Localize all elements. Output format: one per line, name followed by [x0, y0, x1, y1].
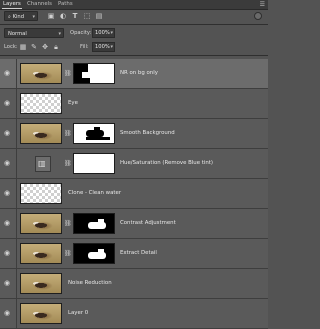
hue-saturation-icon: ▥: [38, 159, 46, 168]
type-filter-icon[interactable]: T: [70, 11, 80, 21]
layer-row[interactable]: ◉ ⛓ Smooth Background: [0, 119, 268, 149]
lock-paint-icon[interactable]: ✎: [29, 42, 39, 52]
layer-row[interactable]: ◉ ⛓ NR on bg only: [0, 59, 268, 89]
visibility-toggle[interactable]: ◉: [0, 149, 17, 178]
lock-position-icon[interactable]: ✥: [40, 42, 50, 52]
eye-icon: ◉: [4, 279, 11, 287]
mask-link-icon[interactable]: ⛓: [64, 220, 72, 228]
layer-name: Smooth Background: [120, 130, 175, 136]
fill-label: Fill:: [80, 44, 89, 50]
filter-kind-dropdown[interactable]: ⌕ Kind ▾: [4, 11, 38, 21]
layer-row[interactable]: ◉ ⛓ Contrast Adjustment: [0, 209, 268, 239]
layer-thumbnail: [20, 303, 62, 324]
divider: [0, 24, 268, 25]
layer-mask-thumbnail[interactable]: [73, 153, 115, 174]
layer-thumbnail: [20, 93, 62, 114]
image-filter-icon[interactable]: ▣: [46, 11, 56, 21]
fill-field[interactable]: 100% ▾: [92, 42, 115, 52]
layer-name: Eye: [68, 100, 78, 106]
eye-icon: ◉: [4, 249, 11, 257]
filter-toggle[interactable]: [254, 12, 262, 20]
layer-thumbnail: [20, 213, 62, 234]
adjustment-layer-thumbnail: ▥: [35, 156, 51, 172]
layer-mask-thumbnail[interactable]: [73, 243, 115, 264]
opacity-label: Opacity:: [70, 30, 92, 36]
lock-transparent-icon[interactable]: ▦: [18, 42, 28, 52]
eye-icon: ◉: [4, 309, 11, 317]
layers-list: ◉ ⛓ NR on bg only ◉ Eye ◉ ⛓ Smooth Backg…: [0, 56, 268, 329]
layer-row[interactable]: ◉ ⛓ Extract Detail: [0, 239, 268, 269]
layer-mask-thumbnail[interactable]: [73, 63, 115, 84]
layer-row[interactable]: ◉ Noise Reduction: [0, 269, 268, 299]
fill-value: 100%: [95, 44, 110, 50]
visibility-toggle[interactable]: ◉: [0, 89, 17, 118]
eye-icon: ◉: [4, 189, 11, 197]
chevron-down-icon: ▾: [58, 31, 61, 37]
lock-all-icon[interactable]: 🔒︎: [51, 42, 61, 52]
layer-thumbnail: [20, 63, 62, 84]
eye-icon: ◉: [4, 69, 11, 77]
layer-row[interactable]: ◉ ▥ ⛓ Hue/Saturation (Remove Blue tint): [0, 149, 268, 179]
visibility-toggle[interactable]: ◉: [0, 119, 17, 148]
visibility-toggle[interactable]: ◉: [0, 299, 17, 328]
lock-label: Lock:: [4, 44, 18, 50]
layer-mask-thumbnail[interactable]: [73, 213, 115, 234]
chevron-down-icon: ▾: [32, 14, 35, 20]
mask-link-icon[interactable]: ⛓: [64, 70, 72, 78]
mask-link-icon[interactable]: ⛓: [64, 160, 72, 168]
visibility-toggle[interactable]: ◉: [0, 59, 17, 88]
blend-mode-dropdown[interactable]: Normal ▾: [4, 28, 64, 38]
eye-icon: ◉: [4, 129, 11, 137]
tab-layers[interactable]: Layers: [3, 1, 21, 8]
mask-link-icon[interactable]: ⛓: [64, 250, 72, 258]
layer-name: Extract Detail: [120, 250, 157, 256]
layer-name: Clone - Clean water: [68, 190, 122, 196]
shape-filter-icon[interactable]: ⬚: [82, 11, 92, 21]
layer-row[interactable]: ◉ Layer 0: [0, 299, 268, 329]
lock-row: Lock: ▦ ✎ ✥ 🔒︎ Fill: 100% ▾: [0, 41, 268, 54]
blend-row: Normal ▾ Opacity: 100% ▾: [0, 26, 268, 40]
layer-row[interactable]: ◉ Clone - Clean water: [0, 179, 268, 209]
filter-kind-label: Kind: [12, 14, 24, 20]
active-tab-indicator: [2, 8, 22, 9]
blend-mode-value: Normal: [8, 31, 27, 37]
visibility-toggle[interactable]: ◉: [0, 269, 17, 298]
tab-paths[interactable]: Paths: [58, 1, 73, 8]
layer-name: Noise Reduction: [68, 280, 112, 286]
layer-mask-thumbnail[interactable]: [73, 123, 115, 144]
visibility-toggle[interactable]: ◉: [0, 179, 17, 208]
eye-icon: ◉: [4, 99, 11, 107]
layer-row[interactable]: ◉ Eye: [0, 89, 268, 119]
layer-thumbnail: [20, 183, 62, 204]
visibility-toggle[interactable]: ◉: [0, 239, 17, 268]
layer-name: Hue/Saturation (Remove Blue tint): [120, 160, 213, 166]
panel-menu-icon[interactable]: ☰: [260, 1, 265, 8]
eye-icon: ◉: [4, 219, 11, 227]
adjustment-filter-icon[interactable]: ◐: [58, 11, 68, 21]
layer-name: Layer 0: [68, 310, 89, 316]
mask-link-icon[interactable]: ⛓: [64, 130, 72, 138]
panel-tab-bar: Layers Channels Paths ☰: [0, 0, 268, 10]
eye-icon: ◉: [4, 159, 11, 167]
layer-name: Contrast Adjustment: [120, 220, 176, 226]
visibility-toggle[interactable]: ◉: [0, 209, 17, 238]
layer-thumbnail: [20, 273, 62, 294]
smart-object-filter-icon[interactable]: ▤: [94, 11, 104, 21]
opacity-field[interactable]: 100% ▾: [92, 28, 115, 38]
layer-filter-row: ⌕ Kind ▾ ▣ ◐ T ⬚ ▤: [0, 10, 268, 23]
chevron-down-icon: ▾: [110, 44, 113, 50]
layer-thumbnail: [20, 243, 62, 264]
layer-thumbnail: [20, 123, 62, 144]
opacity-value: 100%: [95, 30, 110, 36]
chevron-down-icon: ▾: [110, 30, 113, 36]
tab-channels[interactable]: Channels: [27, 1, 52, 8]
layer-name: NR on bg only: [120, 70, 158, 76]
layers-panel: Layers Channels Paths ☰ ⌕ Kind ▾ ▣ ◐ T ⬚…: [0, 0, 268, 329]
